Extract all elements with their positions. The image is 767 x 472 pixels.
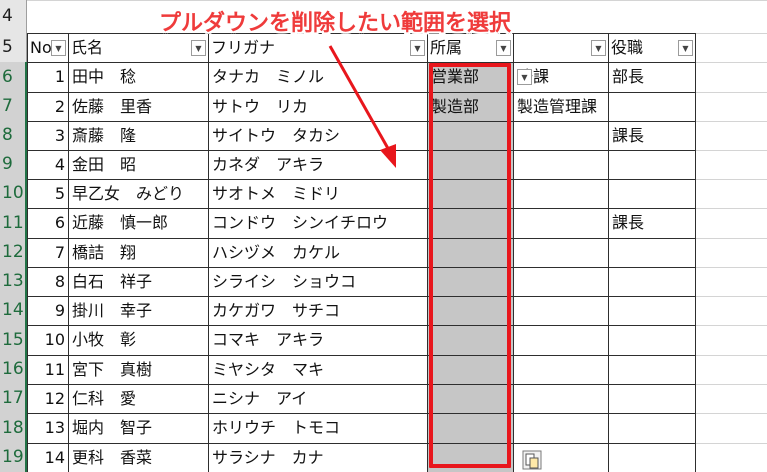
annotation-banner: プルダウンを削除したい範囲を選択 — [159, 11, 512, 36]
paste-options-icon[interactable] — [522, 450, 542, 470]
annotation-arrow — [328, 45, 396, 168]
